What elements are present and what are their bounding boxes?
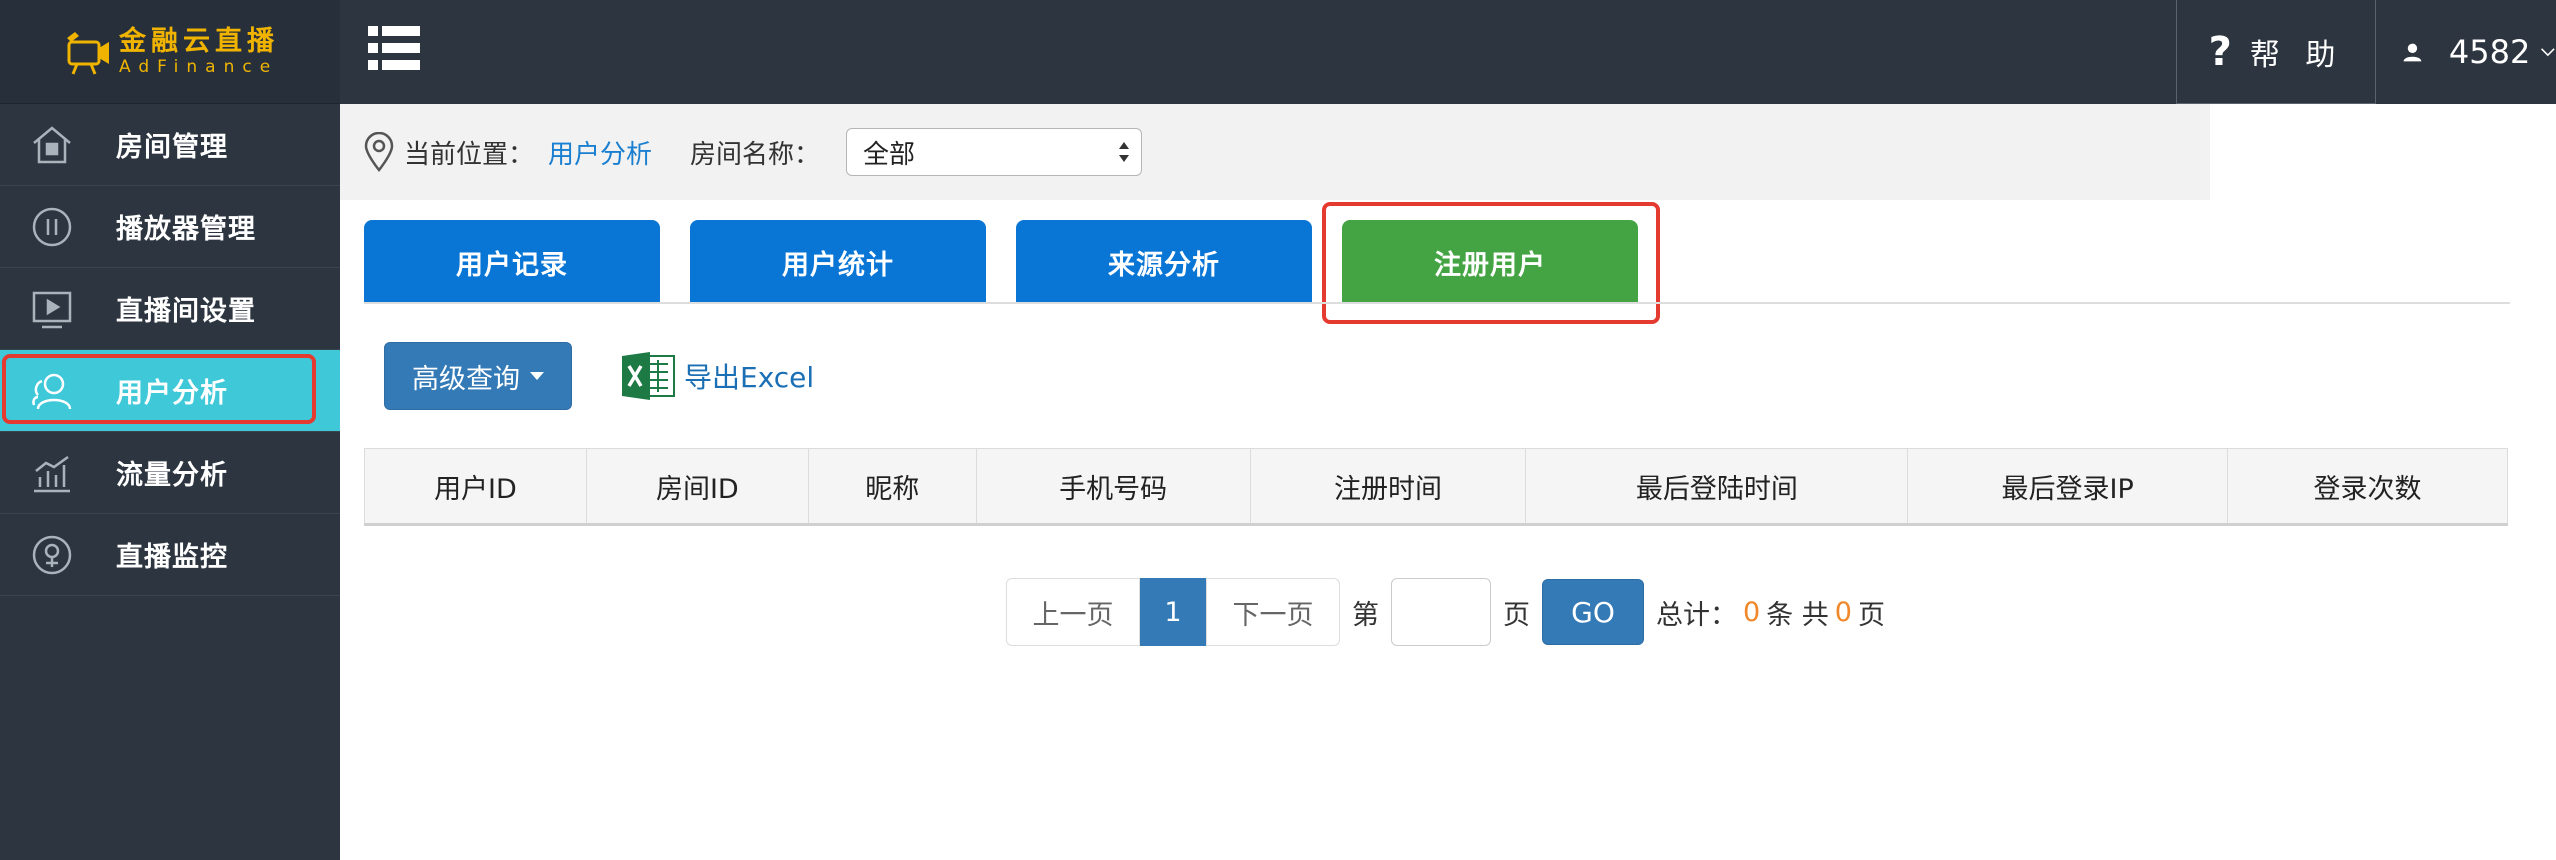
next-page-button[interactable]: 下一页 [1206, 578, 1340, 646]
monitor-eye-icon [28, 531, 76, 579]
sidebar-item-label: 流量分析 [116, 460, 228, 491]
pause-circle-icon [28, 203, 76, 251]
video-screen-icon [28, 285, 76, 333]
export-excel-label: 导出Excel [684, 361, 815, 394]
camera-logo-icon [67, 31, 109, 75]
advanced-query-label: 高级查询 [412, 363, 520, 395]
sidebar-item-label: 直播间设置 [116, 296, 256, 327]
caret-down-icon [530, 372, 544, 380]
top-bar: ? 帮 助 4582 [340, 0, 2556, 104]
pagination: 上一页 1 下一页 第 页 GO 总计： 0 条 共 0 页 [1006, 578, 1885, 646]
prev-page-button[interactable]: 上一页 [1006, 578, 1140, 646]
breadcrumb-prefix: 当前位置： [404, 139, 535, 170]
sidebar-item-live-room-settings[interactable]: 直播间设置 [0, 268, 340, 350]
total-pages: 0 [1834, 596, 1852, 628]
column-room-id[interactable]: 房间ID [585, 448, 809, 526]
room-name-select[interactable]: 全部 [846, 128, 1143, 176]
column-last-login-ip[interactable]: 最后登录IP [1907, 448, 2229, 526]
column-user-id[interactable]: 用户ID [364, 448, 587, 526]
total-label: 总计： [1656, 599, 1737, 631]
tab-source-analysis[interactable]: 来源分析 [1016, 220, 1312, 304]
sidebar-item-live-monitoring[interactable]: 直播监控 [0, 514, 340, 596]
sidebar-item-label: 房间管理 [116, 132, 228, 163]
room-select-value: 全部 [863, 139, 916, 170]
page-suffix-label: 页 [1503, 599, 1530, 631]
question-mark-icon: ? [2208, 28, 2232, 75]
column-phone[interactable]: 手机号码 [975, 448, 1251, 526]
pages-unit: 页 [1857, 599, 1885, 631]
help-button[interactable]: ? 帮 助 [2176, 0, 2376, 104]
sidebar-item-room-management[interactable]: 房间管理 [0, 104, 340, 186]
select-arrows-icon [1119, 142, 1130, 162]
total-unit: 条 共 [1766, 599, 1829, 631]
sidebar: 金融云直播 AdFinance 房间管理 播放器管理 直播间设置 用户分析 流量… [0, 0, 340, 860]
sidebar-item-label: 直播监控 [116, 542, 228, 573]
column-register-time[interactable]: 注册时间 [1249, 448, 1527, 526]
tab-divider [364, 302, 2510, 304]
excel-icon [622, 352, 675, 400]
registered-users-table: 用户ID 房间ID 昵称 手机号码 注册时间 最后登陆时间 最后登录IP 登录次… [364, 448, 2508, 526]
page-1-button[interactable]: 1 [1140, 578, 1206, 646]
column-login-count[interactable]: 登录次数 [2227, 448, 2508, 526]
breadcrumb: 当前位置： 用户分析 房间名称： 全部 [340, 104, 2210, 200]
go-button[interactable]: GO [1542, 579, 1644, 645]
logo-subtitle: AdFinance [119, 56, 279, 77]
help-label: 帮 助 [2249, 37, 2344, 73]
home-icon [28, 121, 76, 169]
tab-user-statistics[interactable]: 用户统计 [690, 220, 986, 304]
sidebar-nav: 房间管理 播放器管理 直播间设置 用户分析 流量分析 直播监控 [0, 104, 340, 596]
sidebar-item-player-management[interactable]: 播放器管理 [0, 186, 340, 268]
sidebar-item-traffic-analysis[interactable]: 流量分析 [0, 432, 340, 514]
column-nickname[interactable]: 昵称 [807, 448, 977, 526]
page-prefix-label: 第 [1352, 599, 1379, 631]
username: 4582 [2448, 33, 2531, 71]
tab-user-records[interactable]: 用户记录 [364, 220, 660, 304]
bar-chart-icon [28, 449, 76, 497]
app-logo[interactable]: 金融云直播 AdFinance [0, 0, 340, 104]
sidebar-item-user-analysis[interactable]: 用户分析 [0, 350, 340, 432]
table-header-row: 用户ID 房间ID 昵称 手机号码 注册时间 最后登陆时间 最后登录IP 登录次… [364, 448, 2508, 526]
advanced-query-button[interactable]: 高级查询 [384, 342, 572, 410]
list-menu-icon[interactable] [366, 22, 422, 74]
column-last-login-time[interactable]: 最后登陆时间 [1525, 448, 1909, 526]
room-name-label: 房间名称： [690, 139, 821, 170]
chevron-down-icon [2541, 48, 2555, 57]
breadcrumb-current-link[interactable]: 用户分析 [548, 134, 652, 171]
sidebar-item-label: 播放器管理 [116, 214, 256, 245]
logo-title: 金融云直播 [119, 25, 279, 57]
export-excel-link[interactable]: 导出Excel [620, 350, 814, 402]
user-icon [2403, 43, 2422, 62]
tab-highlight-box [1322, 202, 1660, 324]
page-number-input[interactable] [1391, 578, 1491, 646]
user-menu[interactable]: 4582 [2376, 0, 2556, 104]
total-count: 0 [1743, 596, 1761, 628]
active-highlight-box [2, 354, 316, 424]
location-pin-icon [364, 132, 394, 172]
